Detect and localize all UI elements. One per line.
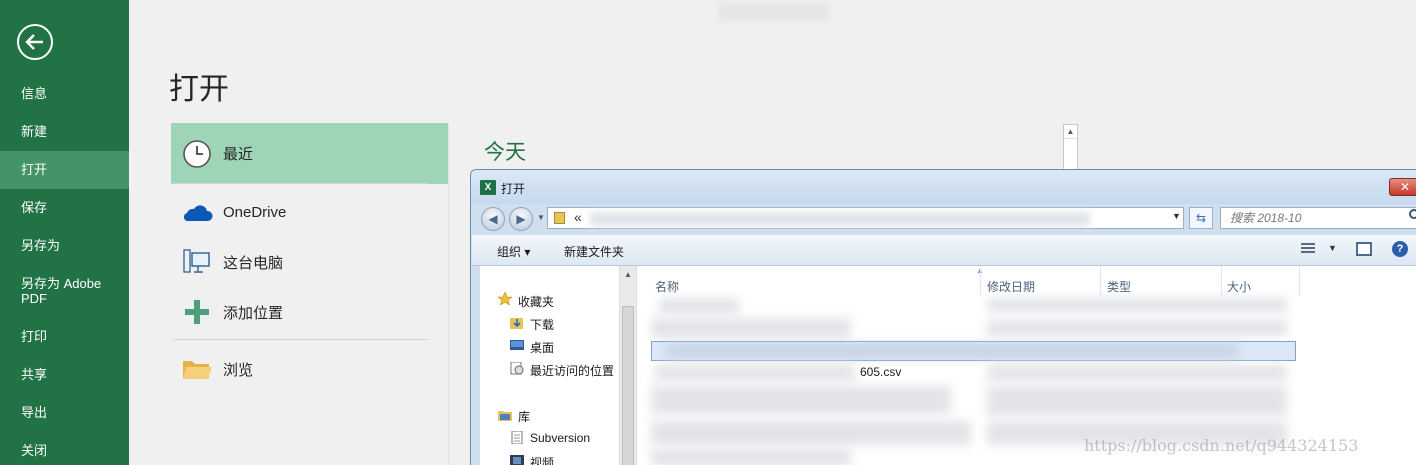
chevron-down-icon[interactable]: ▼ [1172, 211, 1181, 221]
preview-pane-icon[interactable] [1356, 242, 1372, 256]
location-label: 浏览 [223, 361, 254, 379]
location-this-pc[interactable]: 这台电脑 [171, 237, 448, 287]
rail-item-export[interactable]: 导出 [0, 405, 129, 420]
location-add-place[interactable]: 添加位置 [171, 287, 448, 337]
close-button[interactable]: ✕ [1389, 178, 1416, 196]
table-row[interactable] [987, 365, 1287, 381]
column-name[interactable]: 名称 [655, 278, 679, 295]
folder-icon [171, 357, 223, 381]
nav-item-downloads[interactable]: 下载 [530, 316, 554, 333]
nav-library[interactable]: 库 [518, 408, 530, 425]
star-icon [497, 291, 513, 306]
cloud-icon [171, 201, 223, 223]
location-browse[interactable]: 浏览 [171, 344, 448, 394]
view-options-icon[interactable] [1301, 243, 1315, 255]
table-row[interactable] [987, 386, 1287, 416]
page-title: 打开 [169, 73, 229, 106]
document-icon [510, 430, 524, 445]
address-bar[interactable]: « ▼ [547, 207, 1184, 229]
download-folder-icon [510, 316, 524, 329]
chevron-down-icon[interactable]: ▼ [1328, 243, 1337, 253]
scroll-up-icon[interactable]: ▲ [620, 266, 636, 279]
rail-item-new[interactable]: 新建 [0, 124, 129, 139]
location-label: 这台电脑 [223, 254, 284, 272]
search-icon[interactable] [1409, 209, 1416, 219]
redacted-path [590, 212, 1090, 226]
open-file-dialog: X 打开 ✕ ◀ ▶ ▼ « ▼ ⇆ 搜索 2018-10 组织 ▾ 新建文件夹… [470, 169, 1416, 465]
recent-places-icon [510, 361, 524, 375]
table-row[interactable] [659, 298, 739, 314]
scroll-thumb[interactable] [622, 306, 634, 465]
nav-item-recent-places[interactable]: 最近访问的位置 [530, 362, 614, 379]
breadcrumb-overflow[interactable]: « [574, 209, 582, 225]
table-row[interactable] [987, 320, 1287, 336]
help-icon[interactable]: ? [1392, 241, 1408, 257]
redacted-filename [667, 344, 1237, 358]
nav-item-videos[interactable]: 视频 [530, 454, 554, 465]
redacted-filename [655, 365, 855, 381]
column-type[interactable]: 类型 [1107, 278, 1131, 295]
address-row: ◀ ▶ ▼ « ▼ ⇆ 搜索 2018-10 [471, 204, 1416, 234]
table-row[interactable] [651, 386, 951, 414]
table-row[interactable] [651, 421, 971, 445]
column-size[interactable]: 大小 [1227, 278, 1251, 295]
dialog-toolbar: 组织 ▾ 新建文件夹 ▼ ? [472, 235, 1416, 266]
table-row[interactable] [651, 318, 851, 338]
divider [173, 183, 428, 184]
divider [173, 339, 428, 340]
rail-item-save-as-pdf[interactable]: 另存为 Adobe PDF [0, 276, 110, 306]
excel-icon: X [480, 180, 496, 195]
scroll-up-icon[interactable]: ▲ [1064, 125, 1077, 139]
clock-icon [171, 139, 223, 169]
dialog-title: 打开 [501, 182, 526, 196]
refresh-icon[interactable]: ⇆ [1189, 207, 1213, 229]
rail-item-share[interactable]: 共享 [0, 367, 129, 382]
nav-favorites[interactable]: 收藏夹 [518, 293, 554, 310]
rail-item-info[interactable]: 信息 [0, 86, 129, 101]
recent-scrollbar[interactable]: ▲ [1063, 124, 1078, 172]
search-input[interactable]: 搜索 2018-10 [1220, 207, 1416, 229]
computer-icon [171, 248, 223, 276]
new-folder-button[interactable]: 新建文件夹 [564, 243, 624, 260]
nav-item-subversion[interactable]: Subversion [530, 431, 590, 445]
folder-icon [554, 212, 565, 224]
location-label: OneDrive [223, 203, 287, 221]
watermark: https://blog.csdn.net/q944324153 [1084, 436, 1359, 455]
navigation-pane: 收藏夹 下载 桌面 最近访问的位置 库 Subversion 视频 [480, 266, 636, 465]
column-separator[interactable] [980, 266, 981, 296]
video-icon [510, 454, 524, 465]
table-row[interactable] [987, 298, 1287, 312]
organize-button[interactable]: 组织 ▾ [497, 243, 530, 260]
dialog-titlebar[interactable]: X 打开 ✕ [471, 170, 1416, 204]
location-recent[interactable]: 最近 [171, 123, 448, 184]
section-today: 今天 [484, 141, 526, 164]
column-separator[interactable] [1100, 266, 1101, 296]
back-icon[interactable]: ◀ [481, 207, 505, 231]
table-row[interactable] [651, 449, 851, 465]
nav-scrollbar[interactable]: ▲ [619, 266, 636, 465]
file-name-fragment[interactable]: 605.csv [860, 365, 901, 379]
location-label: 最近 [223, 146, 254, 163]
redacted-window-title [718, 2, 828, 22]
library-icon [498, 408, 512, 421]
rail-item-close[interactable]: 关闭 [0, 443, 129, 458]
location-label: 添加位置 [223, 304, 284, 322]
rail-item-print[interactable]: 打印 [0, 329, 129, 344]
backstage-sidebar: 信息 新建 打开 保存 另存为 另存为 Adobe PDF 打印 共享 导出 关… [0, 0, 129, 465]
back-arrow-icon[interactable] [17, 24, 53, 60]
panel-separator [448, 123, 449, 465]
column-separator[interactable] [1299, 266, 1300, 296]
location-onedrive[interactable]: OneDrive [171, 187, 448, 237]
column-separator[interactable] [1221, 266, 1222, 296]
column-date-modified[interactable]: 修改日期 [987, 278, 1035, 295]
desktop-icon [510, 339, 524, 352]
plus-icon [171, 299, 223, 325]
location-list: 最近 OneDrive 这台电脑 添加位置 浏览 [171, 123, 448, 465]
rail-item-open[interactable]: 打开 [0, 151, 129, 189]
forward-icon[interactable]: ▶ [509, 207, 533, 231]
rail-item-save-as[interactable]: 另存为 [0, 238, 129, 253]
rail-item-save[interactable]: 保存 [0, 200, 129, 215]
nav-item-desktop[interactable]: 桌面 [530, 339, 554, 356]
history-dropdown-icon[interactable]: ▼ [537, 213, 545, 222]
